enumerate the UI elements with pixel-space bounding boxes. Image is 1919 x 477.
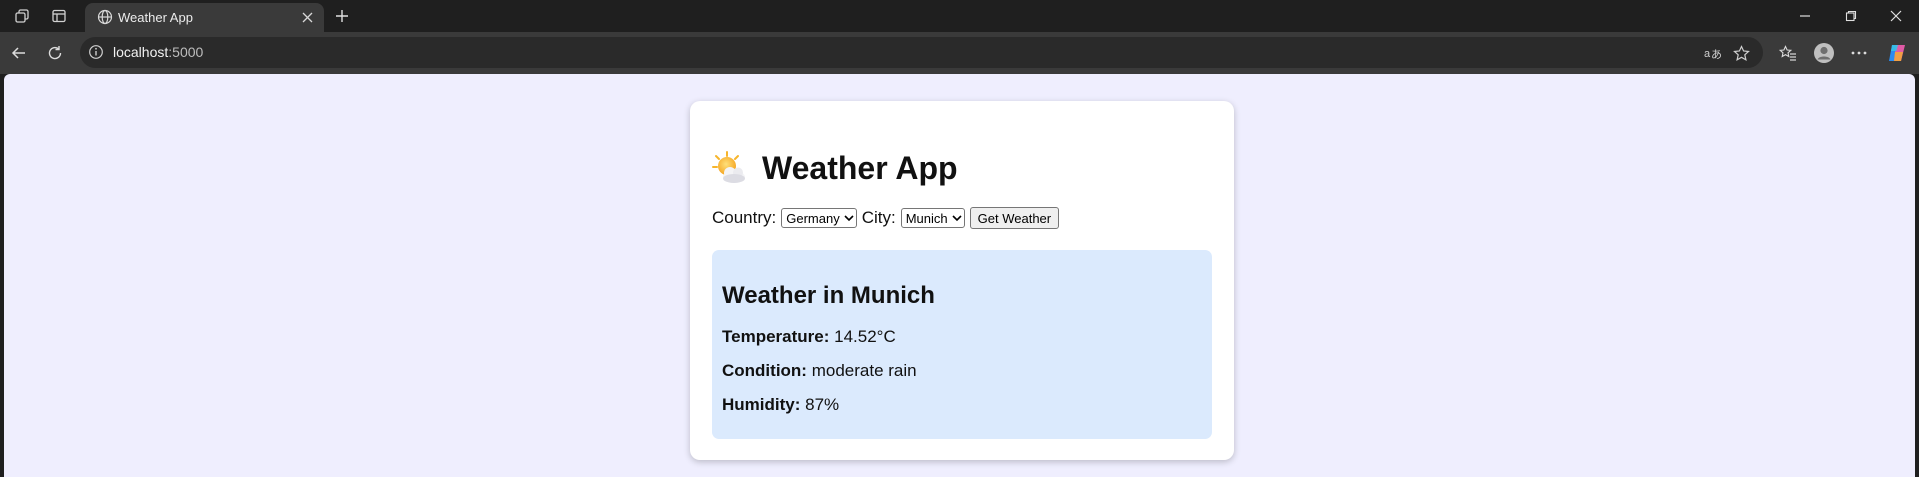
city-label: City: (861, 208, 896, 227)
site-info-icon[interactable] (88, 44, 104, 60)
get-weather-button[interactable]: Get Weather (969, 207, 1060, 229)
read-aloud-icon[interactable]: aあ (1703, 43, 1723, 63)
address-bar[interactable]: localhost:5000 aあ (80, 37, 1763, 68)
weather-result-panel: Weather in Munich Temperature: 14.52°C C… (712, 250, 1212, 439)
copilot-icon[interactable] (1886, 42, 1908, 64)
condition-label: Condition: (722, 361, 807, 380)
url-text[interactable]: localhost:5000 (113, 44, 203, 60)
tab-actions-icon[interactable] (49, 6, 69, 26)
city-selected-value: Munich (905, 210, 948, 226)
chevron-down-icon (844, 215, 854, 222)
weather-card: Weather App Country: Germany City: Munic… (690, 101, 1234, 460)
location-form: Country: Germany City: Munich Get Weathe… (712, 207, 1060, 229)
svg-text:あ: あ (1711, 48, 1722, 60)
browser-toolbar: localhost:5000 aあ (0, 32, 1919, 74)
favorites-icon[interactable] (1777, 42, 1799, 64)
country-selected-value: Germany (786, 210, 840, 226)
back-arrow-icon[interactable] (8, 42, 30, 64)
svg-text:a: a (1704, 48, 1711, 60)
tab-title: Weather App (118, 10, 193, 25)
temperature-value: 14.52°C (834, 327, 896, 346)
url-host: localhost (113, 44, 169, 60)
minimize-icon[interactable] (1794, 5, 1816, 27)
condition-row: Condition: moderate rain (722, 361, 917, 381)
tab-weather-app[interactable]: Weather App (85, 3, 324, 32)
country-label: Country: (712, 208, 777, 227)
page-title: Weather App (762, 149, 958, 186)
humidity-label: Humidity: (722, 395, 801, 414)
more-options-icon[interactable] (1848, 42, 1870, 64)
profile-avatar-icon[interactable] (1813, 42, 1835, 64)
globe-icon (97, 9, 113, 25)
browser-titlebar: Weather App (0, 0, 1919, 32)
close-window-icon[interactable] (1885, 5, 1907, 27)
city-select[interactable]: Munich (900, 208, 965, 228)
sun-behind-cloud-icon (712, 151, 745, 183)
page-header: Weather App (712, 148, 958, 188)
temperature-label: Temperature: (722, 327, 830, 346)
close-tab-icon[interactable] (298, 8, 316, 26)
result-title: Weather in Munich (722, 282, 935, 309)
refresh-icon[interactable] (44, 42, 66, 64)
country-select[interactable]: Germany (781, 208, 857, 228)
humidity-row: Humidity: 87% (722, 395, 839, 415)
favorite-star-icon[interactable] (1731, 43, 1751, 63)
new-tab-icon[interactable] (331, 5, 353, 27)
condition-value: moderate rain (811, 361, 917, 380)
humidity-value: 87% (805, 395, 840, 414)
temperature-row: Temperature: 14.52°C (722, 327, 896, 347)
chevron-down-icon (952, 215, 962, 222)
page-viewport: Weather App Country: Germany City: Munic… (4, 74, 1915, 477)
workspaces-icon[interactable] (12, 6, 32, 26)
restore-icon[interactable] (1840, 5, 1862, 27)
url-port: :5000 (168, 44, 204, 60)
